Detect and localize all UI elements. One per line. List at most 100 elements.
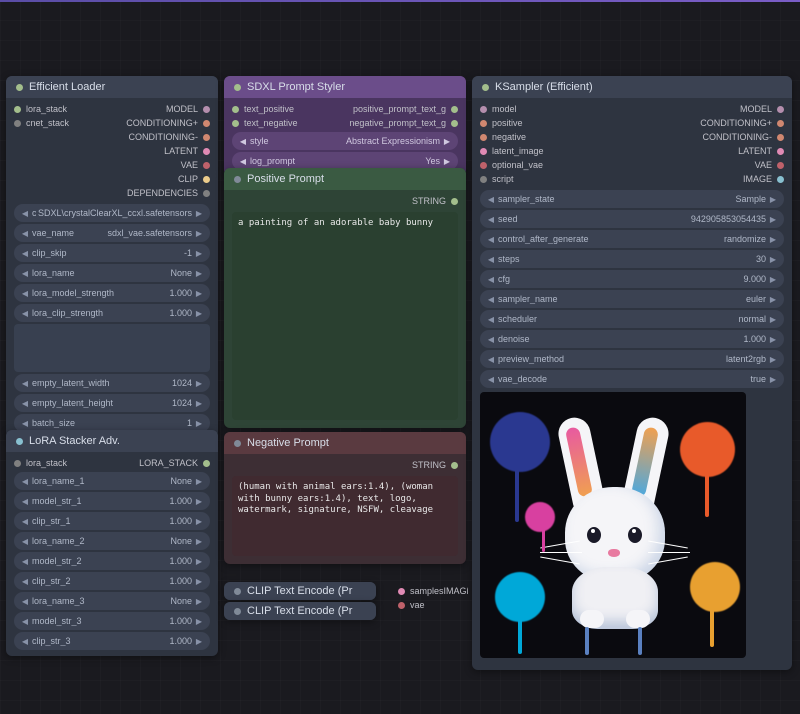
port-input[interactable]: latent_image: [472, 144, 582, 158]
widget-seed[interactable]: ◀ seed 942905853054435 ▶: [480, 210, 784, 228]
chevron-right-icon[interactable]: ▶: [768, 295, 778, 304]
chevron-left-icon[interactable]: ◀: [20, 249, 30, 258]
widget-control-after-generate[interactable]: ◀ control_after_generate randomize ▶: [480, 230, 784, 248]
widget-steps[interactable]: ◀ steps 30 ▶: [480, 250, 784, 268]
port-output[interactable]: CONDITIONING+: [662, 116, 792, 130]
port-output[interactable]: negative_prompt_text_g: [336, 116, 466, 130]
chevron-left-icon[interactable]: ◀: [20, 477, 30, 486]
widget-empty-latent-height[interactable]: ◀ empty_latent_height 1024 ▶: [14, 394, 210, 412]
port-output[interactable]: STRING: [224, 458, 466, 472]
chevron-left-icon[interactable]: ◀: [20, 617, 30, 626]
chevron-left-icon[interactable]: ◀: [20, 557, 30, 566]
chevron-left-icon[interactable]: ◀: [238, 137, 248, 146]
chevron-left-icon[interactable]: ◀: [486, 195, 496, 204]
port-output[interactable]: MODEL: [662, 102, 792, 116]
node-header[interactable]: Negative Prompt: [224, 432, 466, 454]
chevron-left-icon[interactable]: ◀: [20, 379, 30, 388]
port-output[interactable]: VAE: [88, 158, 218, 172]
collapse-dot-icon[interactable]: [234, 608, 241, 615]
widget-preview-method[interactable]: ◀ preview_method latent2rgb ▶: [480, 350, 784, 368]
node-sdxl-styler[interactable]: SDXL Prompt Styler text_positive text_ne…: [224, 76, 466, 176]
node-header[interactable]: KSampler (Efficient): [472, 76, 792, 98]
node-header[interactable]: Efficient Loader: [6, 76, 218, 98]
chevron-left-icon[interactable]: ◀: [20, 229, 30, 238]
widget-clip-str-1[interactable]: ◀ clip_str_1 1.000 ▶: [14, 512, 210, 530]
widget-lora-name[interactable]: ◀ lora_name None ▶: [14, 264, 210, 282]
widget-style[interactable]: ◀ style Abstract Expressionism ▶: [232, 132, 458, 150]
collapse-dot-icon[interactable]: [234, 440, 241, 447]
port-output[interactable]: positive_prompt_text_g: [336, 102, 466, 116]
widget-ckpt[interactable]: ◀ ckpt SDXL\crystalClearXL_ccxl.safetens…: [14, 204, 210, 222]
chevron-left-icon[interactable]: ◀: [486, 295, 496, 304]
port-output[interactable]: LATENT: [88, 144, 218, 158]
chevron-right-icon[interactable]: ▶: [768, 315, 778, 324]
chevron-left-icon[interactable]: ◀: [20, 577, 30, 586]
chevron-right-icon[interactable]: ▶: [194, 497, 204, 506]
widget-scheduler[interactable]: ◀ scheduler normal ▶: [480, 310, 784, 328]
chevron-right-icon[interactable]: ▶: [768, 335, 778, 344]
widget-clip-str-3[interactable]: ◀ clip_str_3 1.000 ▶: [14, 632, 210, 650]
node-header[interactable]: CLIP Text Encode (Pr: [224, 602, 376, 620]
port-output[interactable]: VAE: [662, 158, 792, 172]
chevron-right-icon[interactable]: ▶: [194, 517, 204, 526]
widget-lora-name-2[interactable]: ◀ lora_name_2 None ▶: [14, 532, 210, 550]
node-positive-prompt[interactable]: Positive Prompt STRING a painting of an …: [224, 168, 466, 428]
port-row[interactable]: vae: [390, 598, 468, 612]
node-negative-prompt[interactable]: Negative Prompt STRING (human with anima…: [224, 432, 466, 564]
chevron-left-icon[interactable]: ◀: [20, 209, 30, 218]
chevron-right-icon[interactable]: ▶: [194, 419, 204, 428]
node-header[interactable]: CLIP Text Encode (Pr: [224, 582, 376, 600]
port-input[interactable]: text_negative: [224, 116, 334, 130]
chevron-left-icon[interactable]: ◀: [20, 289, 30, 298]
chevron-left-icon[interactable]: ◀: [486, 335, 496, 344]
chevron-right-icon[interactable]: ▶: [194, 617, 204, 626]
chevron-left-icon[interactable]: ◀: [20, 309, 30, 318]
port-output[interactable]: IMAGE: [662, 172, 792, 186]
chevron-right-icon[interactable]: ▶: [194, 597, 204, 606]
chevron-right-icon[interactable]: ▶: [194, 269, 204, 278]
widget-model-str-3[interactable]: ◀ model_str_3 1.000 ▶: [14, 612, 210, 630]
widget-lora-model-strength[interactable]: ◀ lora_model_strength 1.000 ▶: [14, 284, 210, 302]
chevron-right-icon[interactable]: ▶: [194, 577, 204, 586]
widget-model-str-1[interactable]: ◀ model_str_1 1.000 ▶: [14, 492, 210, 510]
widget-vae-name[interactable]: ◀ vae_name sdxl_vae.safetensors ▶: [14, 224, 210, 242]
chevron-right-icon[interactable]: ▶: [194, 249, 204, 258]
collapse-dot-icon[interactable]: [482, 84, 489, 91]
collapse-dot-icon[interactable]: [234, 176, 241, 183]
chevron-right-icon[interactable]: ▶: [768, 215, 778, 224]
chevron-left-icon[interactable]: ◀: [486, 275, 496, 284]
node-ksampler[interactable]: KSampler (Efficient) model positive nega…: [472, 76, 792, 670]
node-stub[interactable]: samples IMAGE vae: [390, 584, 468, 612]
chevron-right-icon[interactable]: ▶: [442, 157, 452, 166]
node-lora-stacker[interactable]: LoRA Stacker Adv. lora_stack LORA_STACK …: [6, 430, 218, 656]
widget-lora-name-1[interactable]: ◀ lora_name_1 None ▶: [14, 472, 210, 490]
collapse-dot-icon[interactable]: [16, 438, 23, 445]
chevron-right-icon[interactable]: ▶: [194, 229, 204, 238]
port-input[interactable]: lora_stack: [6, 102, 91, 116]
widget-clip-str-2[interactable]: ◀ clip_str_2 1.000 ▶: [14, 572, 210, 590]
chevron-left-icon[interactable]: ◀: [20, 517, 30, 526]
chevron-left-icon[interactable]: ◀: [20, 269, 30, 278]
chevron-right-icon[interactable]: ▶: [768, 355, 778, 364]
chevron-right-icon[interactable]: ▶: [768, 195, 778, 204]
chevron-right-icon[interactable]: ▶: [194, 379, 204, 388]
positive-prompt-textarea[interactable]: a painting of an adorable baby bunny: [232, 212, 458, 420]
widget-denoise[interactable]: ◀ denoise 1.000 ▶: [480, 330, 784, 348]
chevron-left-icon[interactable]: ◀: [20, 597, 30, 606]
port-input[interactable]: cnet_stack: [6, 116, 91, 130]
chevron-left-icon[interactable]: ◀: [486, 255, 496, 264]
chevron-left-icon[interactable]: ◀: [20, 637, 30, 646]
port-output[interactable]: CONDITIONING-: [88, 130, 218, 144]
port-output[interactable]: CONDITIONING+: [88, 116, 218, 130]
chevron-right-icon[interactable]: ▶: [768, 255, 778, 264]
chevron-left-icon[interactable]: ◀: [486, 375, 496, 384]
port-input[interactable]: negative: [472, 130, 582, 144]
chevron-left-icon[interactable]: ◀: [20, 399, 30, 408]
chevron-right-icon[interactable]: ▶: [194, 209, 204, 218]
chevron-right-icon[interactable]: ▶: [194, 289, 204, 298]
chevron-left-icon[interactable]: ◀: [486, 315, 496, 324]
port-input[interactable]: text_positive: [224, 102, 334, 116]
chevron-right-icon[interactable]: ▶: [194, 537, 204, 546]
widget-model-str-2[interactable]: ◀ model_str_2 1.000 ▶: [14, 552, 210, 570]
port-output[interactable]: DEPENDENCIES: [88, 186, 218, 200]
